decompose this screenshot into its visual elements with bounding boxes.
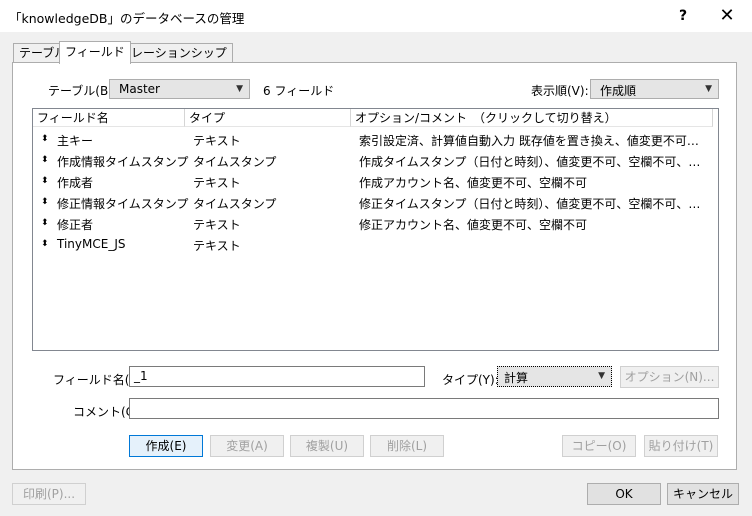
tab-relationships[interactable]: リレーションシップ	[113, 43, 233, 63]
field-list[interactable]: フィールド名 タイプ オプション/コメント （クリックして切り替え） ⬍ 主キー…	[32, 108, 719, 351]
type-selector-value: 計算	[504, 371, 529, 385]
field-name-cell: 作成者	[57, 176, 94, 190]
field-type-cell: タイムスタンプ	[193, 197, 277, 211]
table-row[interactable]: ⬍ 修正情報タイムスタンプ タイムスタンプ 修正タイムスタンプ（日付と時刻）、値…	[33, 192, 718, 213]
table-row[interactable]: ⬍ 作成情報タイムスタンプ タイムスタンプ 作成タイムスタンプ（日付と時刻）、値…	[33, 150, 718, 171]
field-name-cell: TinyMCE_JS	[57, 237, 126, 251]
drag-handle-icon[interactable]: ⬍	[41, 217, 49, 229]
table-selector[interactable]: Master ▼	[109, 79, 250, 99]
comment-input[interactable]	[129, 398, 719, 419]
print-button[interactable]: 印刷(P)...	[12, 483, 86, 505]
duplicate-button[interactable]: 複製(U)	[290, 435, 364, 457]
copy-button[interactable]: コピー(O)	[562, 435, 636, 457]
table-row[interactable]: ⬍ 主キー テキスト 索引設定済、計算値自動入力 既存値を置き換え、値変更不可、…	[33, 129, 718, 150]
field-name-input[interactable]: _1	[129, 366, 425, 387]
table-row[interactable]: ⬍ 作成者 テキスト 作成アカウント名、値変更不可、空欄不可	[33, 171, 718, 192]
ok-button[interactable]: OK	[587, 483, 661, 505]
drag-handle-icon[interactable]: ⬍	[41, 133, 49, 145]
drag-handle-icon[interactable]: ⬍	[41, 154, 49, 166]
help-button[interactable]: ?	[672, 6, 694, 26]
type-label: タイプ(Y):	[442, 373, 499, 387]
field-type-cell: テキスト	[193, 239, 241, 253]
column-header-options[interactable]: オプション/コメント （クリックして切り替え）	[351, 109, 713, 127]
paste-button[interactable]: 貼り付け(T)	[644, 435, 718, 457]
sort-order-label: 表示順(V):	[531, 84, 589, 98]
sort-order-value: 作成順	[600, 84, 637, 98]
column-header-field-name[interactable]: フィールド名	[33, 109, 185, 127]
field-count: 6 フィールド	[263, 84, 335, 98]
field-name-cell: 主キー	[57, 134, 94, 148]
tab-fields[interactable]: フィールド	[59, 41, 131, 64]
sort-order-selector[interactable]: 作成順 ▼	[590, 79, 719, 99]
field-options-cell: 作成タイムスタンプ（日付と時刻）、値変更不可、空欄不可、西暦4桁	[359, 155, 709, 169]
field-options-cell: 索引設定済、計算値自動入力 既存値を置き換え、値変更不可、空欄不可、ユニーク	[359, 134, 709, 148]
field-type-cell: タイムスタンプ	[193, 155, 277, 169]
chevron-down-icon: ▼	[705, 84, 712, 94]
column-header-type[interactable]: タイプ	[185, 109, 351, 127]
cancel-button[interactable]: キャンセル	[667, 483, 739, 505]
drag-handle-icon[interactable]: ⬍	[41, 196, 49, 208]
field-options-cell: 修正アカウント名、値変更不可、空欄不可	[359, 218, 588, 232]
drag-handle-icon[interactable]: ⬍	[41, 175, 49, 187]
create-button[interactable]: 作成(E)	[129, 435, 203, 457]
drag-handle-icon[interactable]: ⬍	[41, 238, 49, 250]
field-name-cell: 修正情報タイムスタンプ	[57, 197, 189, 211]
field-options-cell: 修正タイムスタンプ（日付と時刻）、値変更不可、空欄不可、西暦4桁	[359, 197, 709, 211]
field-type-cell: テキスト	[193, 134, 241, 148]
field-type-cell: テキスト	[193, 218, 241, 232]
table-row[interactable]: ⬍ 修正者 テキスト 修正アカウント名、値変更不可、空欄不可	[33, 213, 718, 234]
table-selector-label: テーブル(B):	[48, 84, 117, 98]
delete-button[interactable]: 削除(L)	[370, 435, 444, 457]
type-selector[interactable]: 計算 ▼	[497, 366, 612, 387]
window-title: 「knowledgeDB」のデータベースの管理	[9, 11, 245, 26]
field-name-cell: 修正者	[57, 218, 94, 232]
field-options-cell: 作成アカウント名、値変更不可、空欄不可	[359, 176, 588, 190]
chevron-down-icon: ▼	[236, 84, 243, 94]
table-selector-value: Master	[119, 82, 160, 96]
change-button[interactable]: 変更(A)	[210, 435, 284, 457]
options-button[interactable]: オプション(N)...	[620, 366, 719, 388]
chevron-down-icon: ▼	[598, 371, 605, 381]
close-window-button[interactable]: ✕	[712, 4, 742, 28]
table-row[interactable]: ⬍ TinyMCE_JS テキスト	[33, 234, 718, 255]
field-type-cell: テキスト	[193, 176, 241, 190]
field-name-cell: 作成情報タイムスタンプ	[57, 155, 189, 169]
